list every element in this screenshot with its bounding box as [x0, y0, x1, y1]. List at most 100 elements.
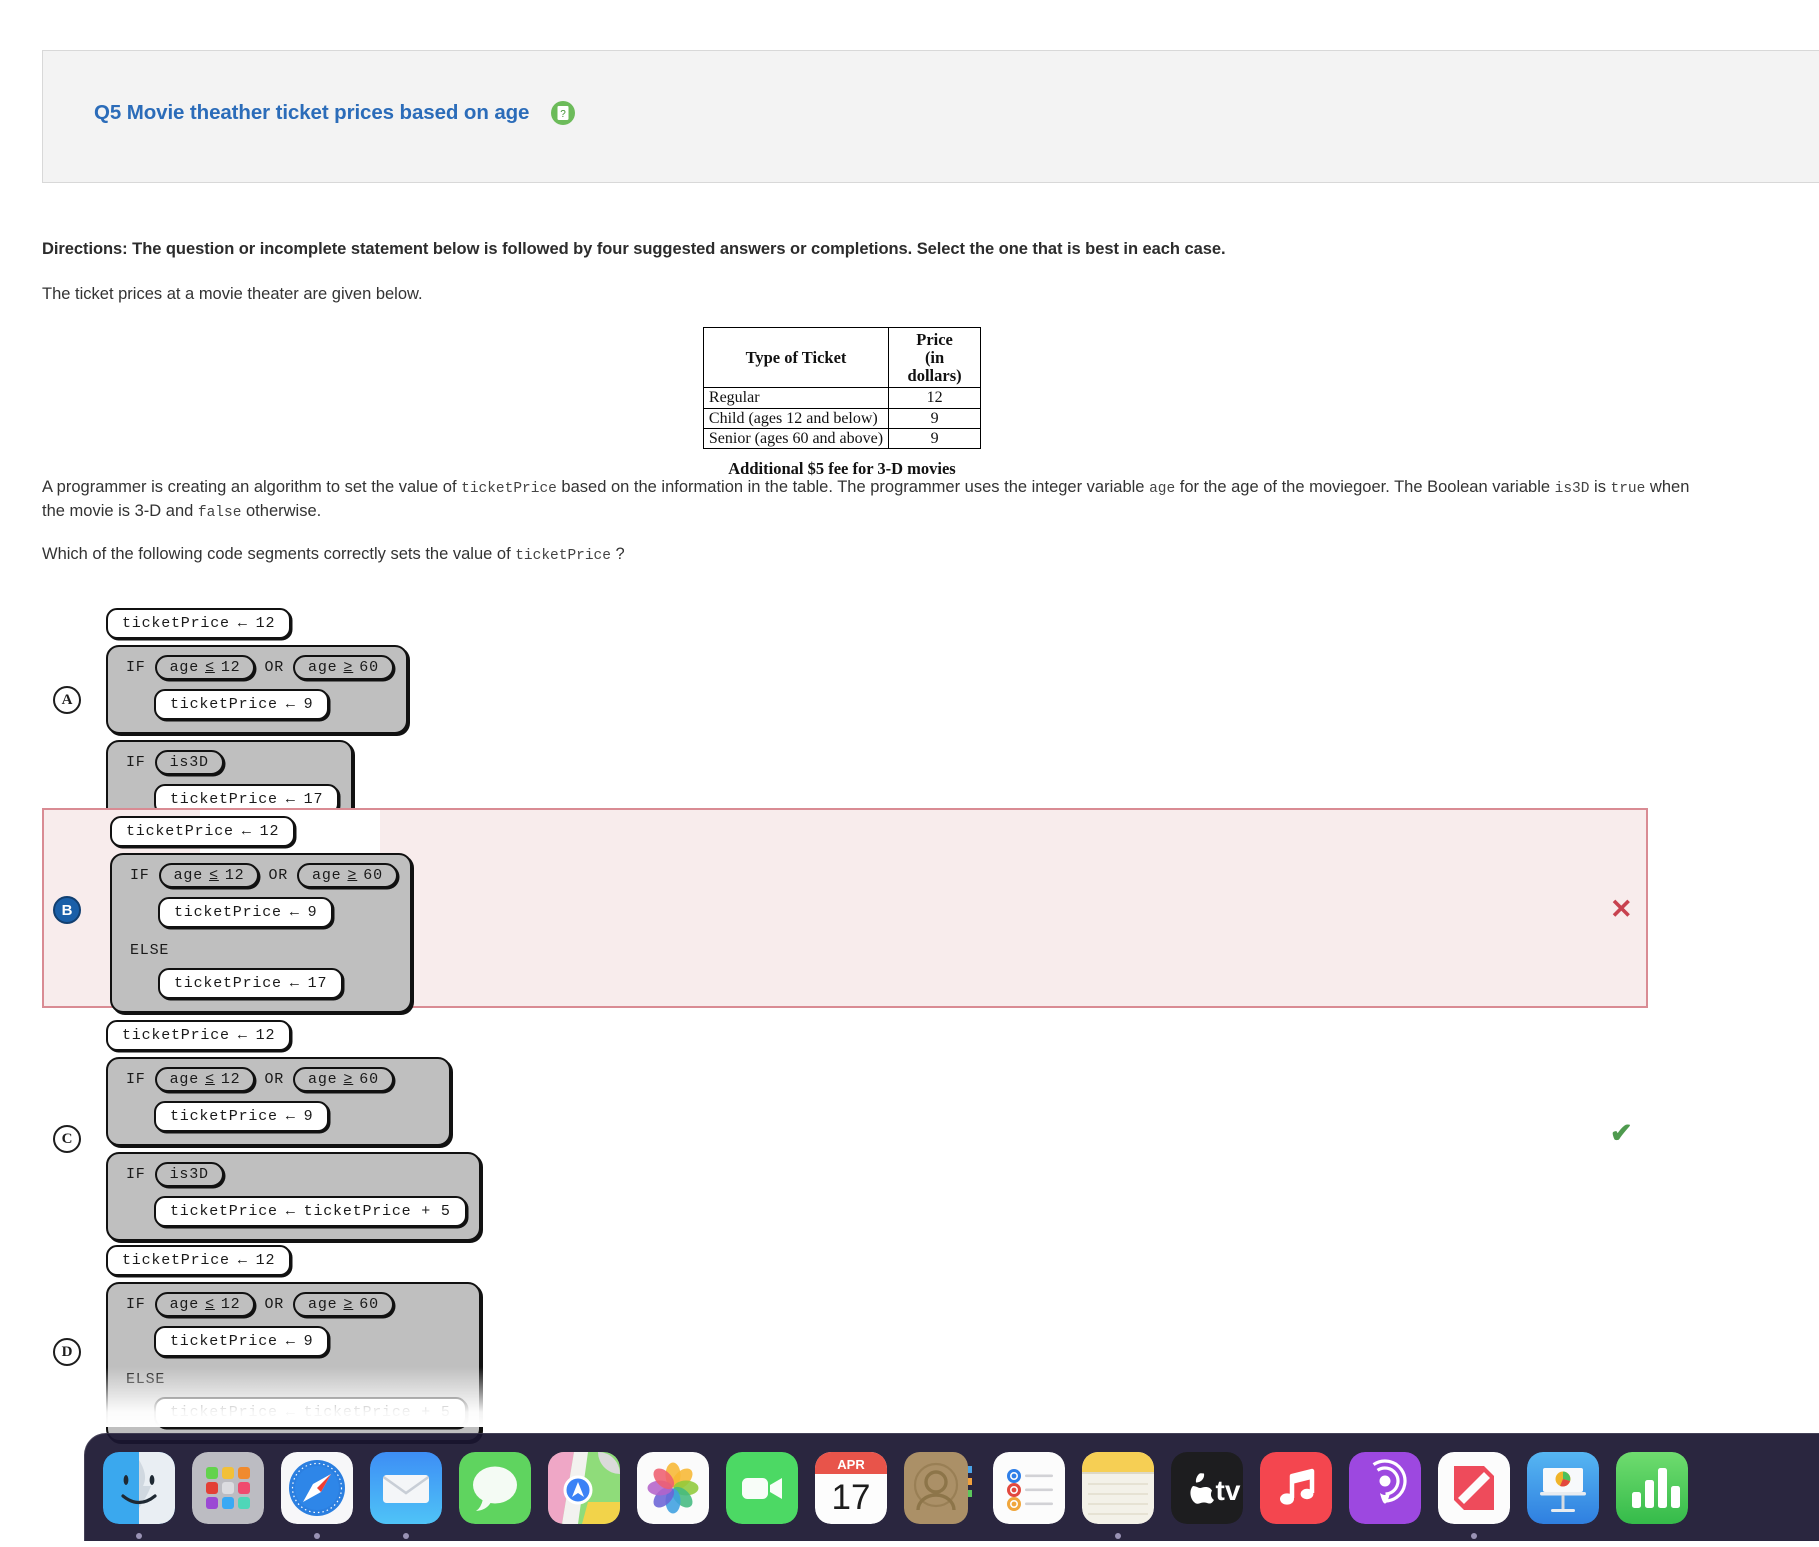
if-condition-row: IF is3D: [120, 750, 339, 775]
finder-icon[interactable]: [103, 1451, 175, 1524]
table-row: Child (ages 12 and below) 9: [702, 407, 982, 429]
condition-age-gte-60: age ≥60: [297, 863, 398, 888]
assign-arrow-icon: ←: [285, 1333, 296, 1350]
option-marker-b[interactable]: B: [53, 896, 81, 924]
dock-item-calendar[interactable]: APR 17: [815, 1451, 887, 1524]
svg-text:tv: tv: [1216, 1475, 1241, 1506]
p2-code-ticketprice: ticketPrice: [515, 548, 611, 564]
dock-item-mail[interactable]: [370, 1451, 442, 1539]
option-marker-a[interactable]: A: [53, 686, 81, 714]
if-condition-row: IF age ≤12 OR age ≥60: [120, 1067, 437, 1092]
option-c-codefigure: ticketPrice ← 12 IF age ≤12 OR age ≥60 ticke…: [106, 1020, 481, 1241]
podcasts-icon[interactable]: [1349, 1451, 1421, 1524]
cond-right: 60: [359, 1296, 379, 1313]
dock-item-finder[interactable]: [103, 1451, 175, 1539]
music-icon[interactable]: [1260, 1451, 1332, 1524]
contacts-icon[interactable]: [904, 1451, 976, 1524]
news-icon[interactable]: [1438, 1451, 1510, 1524]
cond-operator: ≥: [343, 1071, 354, 1088]
calendar-icon[interactable]: APR 17: [815, 1451, 887, 1524]
condition-age-gte-60: age ≥60: [293, 1067, 394, 1092]
p1-part-f: otherwise.: [241, 502, 322, 521]
condition-age-gte-60: age ≥60: [293, 655, 394, 680]
assign-arrow-icon: ←: [289, 975, 300, 992]
keynote-icon[interactable]: [1527, 1451, 1599, 1524]
stmt-body-1: ticketPrice ← 9: [154, 1326, 330, 1357]
reminders-icon[interactable]: [993, 1451, 1065, 1524]
cell-ticket-type: Senior (ages 60 and above): [702, 427, 890, 450]
dock-item-safari[interactable]: [281, 1451, 353, 1539]
notes-icon[interactable]: [1082, 1451, 1154, 1524]
cond-right: 60: [359, 1071, 379, 1088]
question-header-card: Q5 Movie theather ticket prices based on…: [42, 50, 1819, 183]
dock-item-podcasts[interactable]: [1349, 1451, 1421, 1524]
cond-left: age: [308, 659, 338, 676]
stmt-body-2: ticketPrice ← 17: [158, 968, 344, 999]
question-document-icon[interactable]: ?: [551, 101, 576, 125]
p1-code-false: false: [197, 505, 242, 522]
condition-age-lte-12: age ≤12: [154, 655, 256, 680]
stmt-var: ticketPrice: [170, 1203, 278, 1220]
dock-item-launchpad[interactable]: [192, 1451, 264, 1524]
ticket-price-table: Type of Ticket Price (in dollars) Regula…: [702, 326, 982, 450]
stmt-init: ticketPrice ← 12: [106, 1245, 292, 1276]
stmt-value: 12: [259, 823, 280, 840]
condition-age-lte-12: age ≤12: [154, 1067, 256, 1092]
p2-part-b: ?: [610, 545, 625, 563]
stmt-value: 9: [303, 1333, 314, 1350]
header-price-line2: (in dollars): [907, 347, 962, 385]
p1-code-true: true: [1610, 481, 1646, 497]
running-indicator-dot: [314, 1532, 320, 1539]
dock-item-reminders[interactable]: [993, 1451, 1065, 1524]
cond-right: 12: [220, 1296, 241, 1313]
appletv-icon[interactable]: tv: [1171, 1451, 1243, 1524]
cond-right: 60: [359, 659, 379, 676]
stmt-var: ticketPrice: [122, 1027, 230, 1044]
dock-item-facetime[interactable]: [726, 1451, 798, 1524]
stmt-value: 9: [307, 904, 318, 921]
keyword-or: OR: [264, 659, 285, 676]
option-marker-c[interactable]: C: [53, 1125, 81, 1153]
p1-part-b: based on the information in the table. T…: [556, 478, 1150, 496]
cond-operator: ≥: [343, 1296, 354, 1313]
dock-item-appletv[interactable]: tv: [1171, 1451, 1243, 1524]
dock-item-messages[interactable]: [459, 1451, 531, 1524]
photos-icon[interactable]: [637, 1451, 709, 1524]
dock-item-music[interactable]: [1260, 1451, 1332, 1524]
cond-left: age: [169, 659, 200, 676]
p1-code-ticketprice: ticketPrice: [461, 481, 557, 497]
running-indicator-dot: [1471, 1532, 1477, 1539]
dock-item-numbers[interactable]: [1616, 1451, 1688, 1524]
cond-right: 60: [363, 867, 383, 884]
option-a-codefigure: ticketPrice ← 12 IF age ≤12 OR age ≥60 ticke…: [106, 608, 408, 829]
cell-ticket-type: Child (ages 12 and below): [702, 407, 890, 429]
launchpad-icon[interactable]: [192, 1451, 264, 1524]
condition-is3d: is3D: [154, 750, 224, 775]
facetime-icon[interactable]: [726, 1451, 798, 1524]
dock-item-keynote[interactable]: [1527, 1451, 1599, 1524]
stmt-var: ticketPrice: [170, 791, 278, 808]
condition-age-lte-12: age ≤12: [154, 1292, 256, 1317]
numbers-icon[interactable]: [1616, 1451, 1688, 1524]
stmt-body-1: ticketPrice ← 9: [158, 897, 334, 928]
stmt-body-1: ticketPrice ← 9: [154, 1101, 330, 1132]
macos-dock-wrapper: APR 17 tv: [0, 1427, 1819, 1547]
stmt-var: ticketPrice: [170, 696, 278, 713]
dock-item-maps[interactable]: [548, 1451, 620, 1524]
cell-ticket-type: Regular: [702, 387, 890, 409]
p1-part-d: is: [1589, 478, 1611, 496]
mail-icon[interactable]: [370, 1451, 442, 1524]
verdict-incorrect-icon: ✕: [1610, 894, 1633, 924]
macos-dock[interactable]: APR 17 tv: [84, 1433, 1819, 1541]
keyword-else: ELSE: [126, 1371, 166, 1388]
dock-item-photos[interactable]: [637, 1451, 709, 1524]
safari-icon[interactable]: [281, 1451, 353, 1524]
stmt-value: 9: [303, 696, 314, 713]
dock-item-news[interactable]: [1438, 1451, 1510, 1539]
maps-icon[interactable]: [548, 1451, 620, 1524]
dock-item-contacts[interactable]: [904, 1451, 976, 1524]
option-marker-d[interactable]: D: [53, 1338, 81, 1366]
messages-icon[interactable]: [459, 1451, 531, 1524]
dock-item-notes[interactable]: [1082, 1451, 1154, 1539]
question-header-inner: Q5 Movie theather ticket prices based on…: [94, 101, 576, 125]
